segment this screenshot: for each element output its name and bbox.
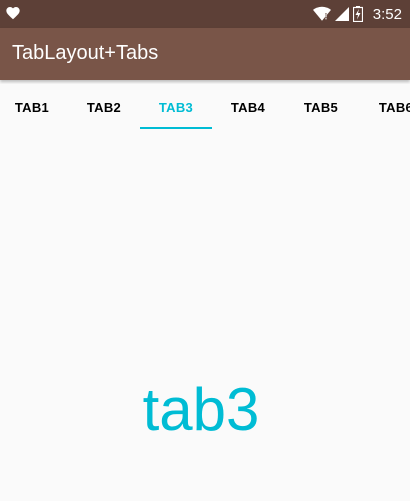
cell-signal-icon bbox=[334, 7, 349, 21]
tab-1[interactable]: TAB1 bbox=[0, 84, 68, 130]
tab-2[interactable]: TAB2 bbox=[68, 84, 140, 130]
tab-bar[interactable]: TAB1 TAB2 TAB3 TAB4 TAB5 TAB6 bbox=[0, 84, 410, 130]
heart-icon bbox=[6, 7, 20, 20]
app-title: TabLayout+Tabs bbox=[12, 42, 159, 64]
wifi-icon bbox=[312, 6, 331, 21]
tab-content-text: tab3 bbox=[142, 376, 260, 443]
tab-indicator bbox=[140, 127, 212, 129]
app-bar: TabLayout+Tabs bbox=[0, 28, 410, 80]
tab-5[interactable]: TAB5 bbox=[285, 84, 357, 130]
status-time: 3:52 bbox=[372, 5, 402, 23]
battery-charging-icon bbox=[352, 6, 363, 22]
tab-6[interactable]: TAB6 bbox=[360, 84, 410, 130]
status-bar: 3:52 bbox=[0, 0, 410, 28]
tab-4[interactable]: TAB4 bbox=[212, 84, 284, 130]
tab-3[interactable]: TAB3 bbox=[140, 84, 212, 130]
